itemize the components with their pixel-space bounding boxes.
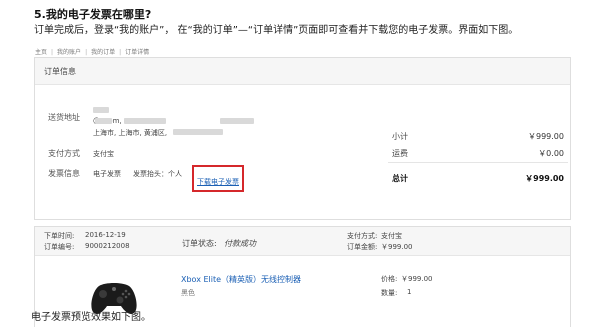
article-footer-text: 电子发票预览效果如下图。 bbox=[31, 312, 151, 323]
order-info-panel: 订单信息 送货地址 @ .com, 13912 上海市, 上海市, 黄浦区, 支… bbox=[34, 57, 571, 220]
breadcrumb-separator: | bbox=[119, 49, 122, 56]
quantity-label: 数量: bbox=[381, 289, 398, 297]
breadcrumb-separator: | bbox=[51, 49, 54, 56]
address-city: 上海市, 上海市, 黄浦区, bbox=[93, 129, 168, 137]
order-amount-label: 订单金额: bbox=[347, 243, 378, 251]
redacted-street bbox=[173, 129, 223, 135]
breadcrumb-orders[interactable]: 我的订单 bbox=[91, 47, 115, 56]
summary-divider bbox=[388, 162, 568, 163]
article-heading: 5.我的电子发票在哪里? bbox=[34, 8, 152, 21]
redacted-email-user bbox=[95, 118, 112, 124]
payment-label: 支付方式: bbox=[347, 232, 378, 240]
payment-method-value: 支付宝 bbox=[93, 150, 114, 158]
order-date-value: 2016-12-19 bbox=[85, 231, 126, 239]
breadcrumb-separator: | bbox=[85, 49, 88, 56]
total-value: ￥999.00 bbox=[525, 174, 564, 183]
price-value: ￥999.00 bbox=[401, 275, 433, 283]
order-amount-value: ￥999.00 bbox=[381, 243, 413, 251]
download-invoice-link[interactable]: 下载电子发票 bbox=[197, 178, 239, 186]
redacted-name bbox=[93, 107, 109, 113]
order-status-label: 订单状态: bbox=[182, 239, 217, 248]
article-description: 订单完成后，登录“我的账户”， 在“我的订单”—“订单详情”页面即可查看并下载您… bbox=[34, 25, 519, 36]
price-label: 价格: bbox=[381, 275, 398, 283]
order-detail-screenshot: 主页 | 我的账户 | 我的订单 | 订单详情 订单信息 送货地址 @ .com, 1391… bbox=[31, 44, 574, 327]
breadcrumb-home[interactable]: 主页 bbox=[35, 47, 47, 56]
product-name-link[interactable]: Xbox Elite（精英版）无线控制器 bbox=[181, 274, 301, 285]
order-info-header: 订单信息 bbox=[35, 58, 570, 85]
invoice-title: 发票抬头：个人 bbox=[133, 170, 182, 178]
invoice-download-highlight: 下载电子发票 bbox=[192, 165, 244, 192]
order-date-label: 下单时间: bbox=[44, 232, 75, 240]
shipping-value: ￥0.00 bbox=[538, 149, 564, 158]
shipping-label: 运费 bbox=[392, 149, 408, 158]
redacted-phone bbox=[220, 118, 254, 124]
order-info-title: 订单信息 bbox=[44, 67, 76, 76]
product-color: 黑色 bbox=[181, 289, 195, 297]
breadcrumb-account[interactable]: 我的账户 bbox=[57, 47, 81, 56]
invoice-type: 电子发票 bbox=[93, 170, 121, 178]
redacted-email-domain bbox=[124, 118, 166, 124]
order-number-value: 9000212008 bbox=[85, 242, 130, 250]
invoice-info-label: 发票信息 bbox=[48, 169, 80, 178]
order-status-value: 付款成功 bbox=[224, 239, 256, 248]
total-label: 总计 bbox=[392, 174, 408, 183]
order-item-header: 下单时间: 2016-12-19 订单编号: 9000212008 订单状态: … bbox=[35, 227, 570, 256]
address-label: 送货地址 bbox=[48, 113, 80, 122]
order-number-label: 订单编号: bbox=[44, 243, 75, 251]
subtotal-value: ￥999.00 bbox=[528, 132, 564, 141]
subtotal-label: 小计 bbox=[392, 132, 408, 141]
breadcrumb-order-detail: 订单详情 bbox=[125, 49, 150, 56]
breadcrumb: 主页 | 我的账户 | 我的订单 | 订单详情 bbox=[35, 47, 149, 56]
quantity-value: 1 bbox=[407, 288, 412, 296]
payment-method-label: 支付方式 bbox=[48, 149, 80, 158]
payment-value: 支付宝 bbox=[381, 232, 402, 240]
